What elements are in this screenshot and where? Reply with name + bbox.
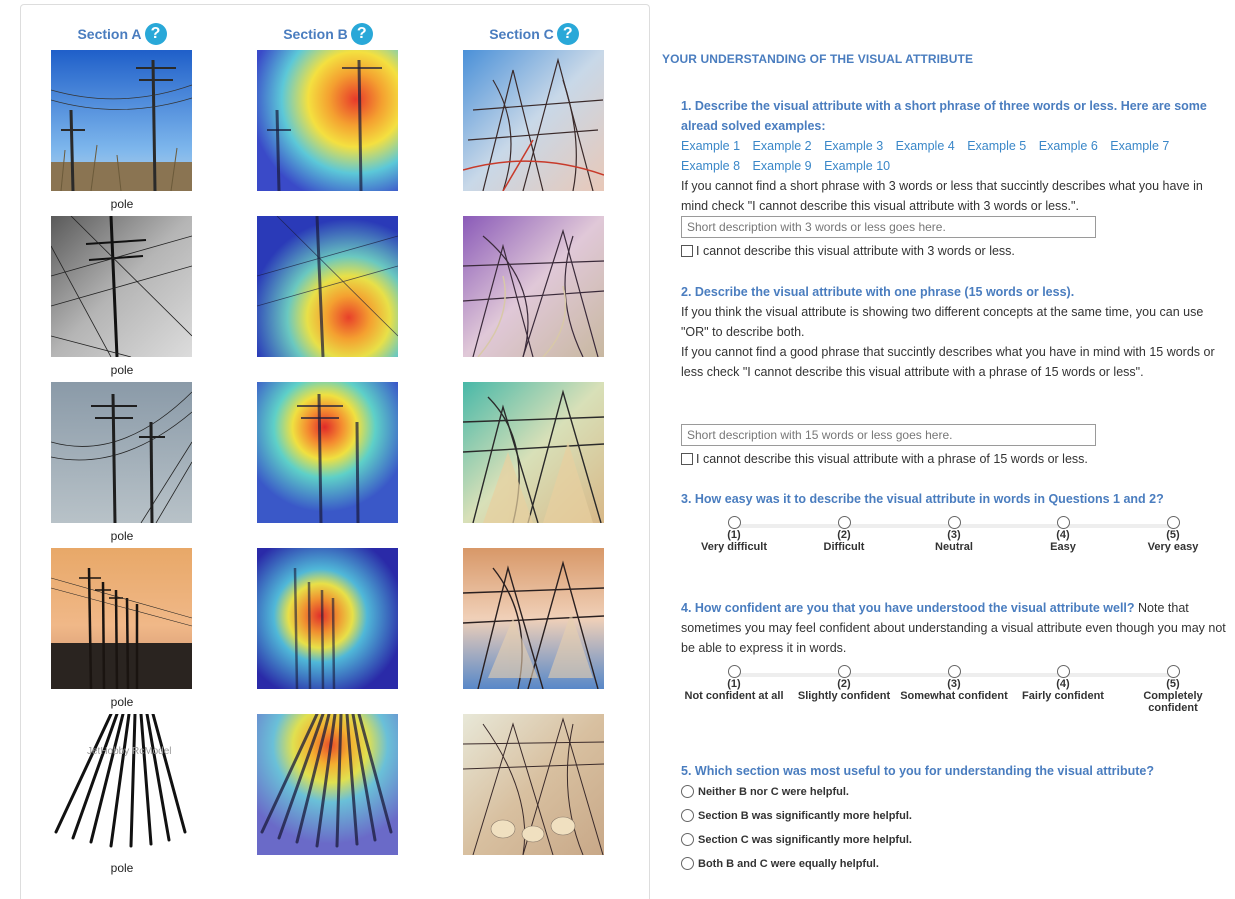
q5-radio-1[interactable]: [681, 785, 694, 798]
q2-checkbox-label: I cannot describe this visual attribute …: [696, 452, 1088, 466]
example-link-4[interactable]: Example 4: [896, 139, 955, 153]
q3-likert-scale: (1) Very difficult (2) Difficult (3) Neu…: [680, 516, 1228, 566]
image-label: pole: [110, 197, 134, 211]
q4-radio-4[interactable]: [1056, 665, 1070, 678]
q4-option-3[interactable]: (3) Somewhat confident: [899, 665, 1009, 702]
q3-radio-5[interactable]: [1166, 516, 1180, 529]
section-c-visualization-5: [463, 714, 604, 855]
question-2-text-1: If you think the visual attribute is sho…: [681, 305, 1204, 339]
q4-likert-scale: (1) Not confident at all (2) Slightly co…: [680, 665, 1228, 715]
q3-option-1[interactable]: (1) Very difficult: [679, 516, 789, 553]
section-a-image-4: [51, 548, 192, 689]
image-label: pole: [110, 695, 134, 709]
q5-option-1[interactable]: Neither B nor C were helpful.: [681, 785, 849, 798]
help-icon-section-a[interactable]: ?: [144, 23, 167, 45]
q3-radio-2[interactable]: [837, 516, 851, 529]
section-b-heatmap-4: [257, 548, 398, 689]
q3-radio-3[interactable]: [947, 516, 961, 529]
help-icon-section-c[interactable]: ?: [556, 23, 579, 45]
question-5-title: 5. Which section was most useful to you …: [681, 764, 1154, 778]
q3-option-4[interactable]: (4) Easy: [1008, 516, 1118, 553]
section-a-image-3: [51, 382, 192, 523]
section-b-heatmap-1: [257, 50, 398, 191]
question-4: 4. How confident are you that you have u…: [681, 598, 1233, 658]
q4-radio-1[interactable]: [727, 665, 741, 678]
help-icon-section-b[interactable]: ?: [350, 23, 373, 45]
q4-option-2[interactable]: (2) Slightly confident: [789, 665, 899, 702]
q3-radio-1[interactable]: [727, 516, 741, 529]
q5-radio-3[interactable]: [681, 833, 694, 846]
q4-option-1[interactable]: (1) Not confident at all: [679, 665, 789, 702]
section-c-visualization-1: [463, 50, 604, 191]
q5-option-4[interactable]: Both B and C were equally helpful.: [681, 857, 879, 870]
section-c-visualization-4: [463, 548, 604, 689]
short-description-input[interactable]: [681, 216, 1096, 238]
question-2: 2. Describe the visual attribute with on…: [681, 282, 1233, 382]
section-b-heatmap-3: [257, 382, 398, 523]
example-link-1[interactable]: Example 1: [681, 139, 740, 153]
long-description-input[interactable]: [681, 424, 1096, 446]
q5-option-3[interactable]: Section C was significantly more helpful…: [681, 833, 912, 846]
section-a-image-1: [51, 50, 192, 191]
image-label: pole: [110, 363, 134, 377]
example-link-8[interactable]: Example 8: [681, 159, 740, 173]
example-links: Example 1 Example 2 Example 3 Example 4 …: [681, 136, 1233, 176]
watermark-text: JetHobby RcModel: [87, 746, 171, 757]
section-a-image-2: [51, 216, 192, 357]
example-link-3[interactable]: Example 3: [824, 139, 883, 153]
question-1: 1. Describe the visual attribute with a …: [681, 96, 1233, 216]
example-link-2[interactable]: Example 2: [753, 139, 812, 153]
section-c-header: Section C ?: [463, 20, 605, 48]
q4-radio-2[interactable]: [837, 665, 851, 678]
section-a-image-5: JetHobby RcModel: [51, 714, 192, 855]
example-link-7[interactable]: Example 7: [1110, 139, 1169, 153]
q4-radio-3[interactable]: [947, 665, 961, 678]
q2-cannot-describe-checkbox[interactable]: [681, 453, 693, 465]
q1-cannot-describe-checkbox[interactable]: [681, 245, 693, 257]
section-b-heatmap-5: [257, 714, 398, 855]
example-link-9[interactable]: Example 9: [753, 159, 812, 173]
q3-radio-4[interactable]: [1056, 516, 1070, 529]
q3-option-2[interactable]: (2) Difficult: [789, 516, 899, 553]
question-1-title: 1. Describe the visual attribute with a …: [681, 99, 1207, 133]
example-link-10[interactable]: Example 10: [824, 159, 890, 173]
question-4-title: 4. How confident are you that you have u…: [681, 601, 1135, 615]
form-heading: YOUR UNDERSTANDING OF THE VISUAL ATTRIBU…: [662, 52, 974, 66]
q5-radio-4[interactable]: [681, 857, 694, 870]
q4-option-5[interactable]: (5) Completely confident: [1118, 665, 1228, 714]
question-1-instruction: If you cannot find a short phrase with 3…: [681, 179, 1203, 213]
image-label: pole: [110, 529, 134, 543]
question-3-title: 3. How easy was it to describe the visua…: [681, 492, 1164, 506]
section-c-visualization-3: [463, 382, 604, 523]
q5-radio-2[interactable]: [681, 809, 694, 822]
q4-radio-5[interactable]: [1166, 665, 1180, 678]
q4-option-4[interactable]: (4) Fairly confident: [1008, 665, 1118, 702]
question-2-title: 2. Describe the visual attribute with on…: [681, 285, 1075, 299]
q3-option-5[interactable]: (5) Very easy: [1118, 516, 1228, 553]
question-2-text-2: If you cannot find a good phrase that su…: [681, 345, 1215, 379]
section-a-header: Section A ?: [51, 20, 193, 48]
questionnaire-panel: YOUR UNDERSTANDING OF THE VISUAL ATTRIBU…: [662, 0, 1235, 895]
section-b-heatmap-2: [257, 216, 398, 357]
q3-option-3[interactable]: (3) Neutral: [899, 516, 1009, 553]
q1-cannot-describe-row[interactable]: I cannot describe this visual attribute …: [681, 244, 1015, 258]
example-link-6[interactable]: Example 6: [1039, 139, 1098, 153]
image-label: pole: [110, 861, 134, 875]
q5-option-2[interactable]: Section B was significantly more helpful…: [681, 809, 912, 822]
q1-checkbox-label: I cannot describe this visual attribute …: [696, 244, 1015, 258]
q2-cannot-describe-row[interactable]: I cannot describe this visual attribute …: [681, 452, 1088, 466]
example-link-5[interactable]: Example 5: [967, 139, 1026, 153]
section-c-visualization-2: [463, 216, 604, 357]
section-b-header: Section B ?: [257, 20, 399, 48]
